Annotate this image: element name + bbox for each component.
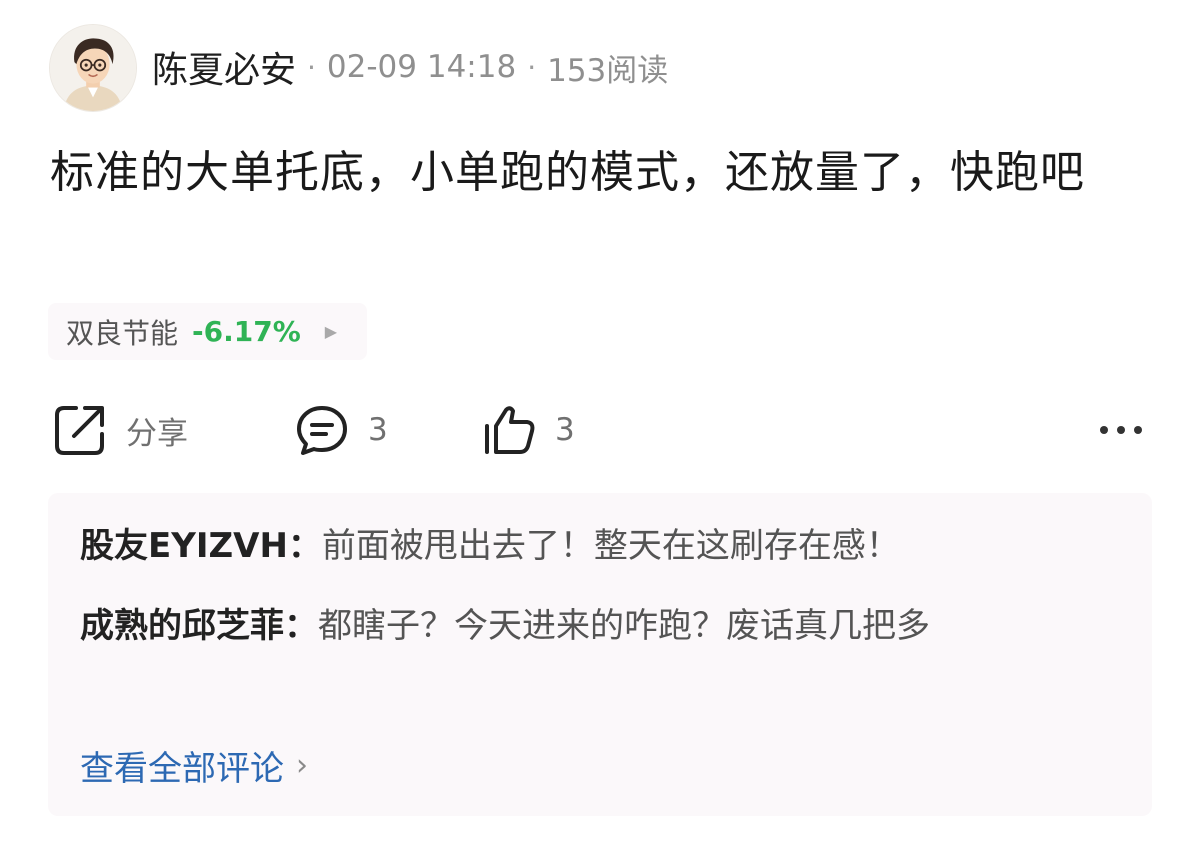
view-all-comments-link[interactable]: 查看全部评论 ›: [80, 741, 308, 789]
comment-text: 都瞎子？今天进来的咋跑？废话真几把多: [318, 606, 930, 646]
like-button[interactable]: 3: [481, 398, 575, 462]
comment-preview: 股友EYIZVH：前面被甩出去了！整天在这刷存在感！ 成熟的邱芝菲：都瞎子？今天…: [48, 493, 1152, 816]
read-count: 153阅读: [547, 52, 669, 89]
post-content: 标准的大单托底，小单跑的模式，还放量了，快跑吧: [50, 147, 1085, 198]
post-card: 陈夏必安 · 02-09 14:18 · 153阅读 标准的大单托底，小单跑的模…: [0, 0, 1200, 851]
post-time: 02-09 14:18: [326, 49, 517, 85]
comment-text: 前面被甩出去了！整天在这刷存在感！: [321, 526, 900, 566]
more-button[interactable]: [1096, 416, 1146, 444]
action-bar: 分享 3 3: [0, 398, 1200, 462]
comment-item[interactable]: 股友EYIZVH：前面被甩出去了！整天在这刷存在感！: [80, 517, 1100, 575]
stock-change: -6.17%: [192, 315, 301, 348]
post-meta: 陈夏必安 · 02-09 14:18 · 153阅读: [152, 41, 669, 93]
play-arrow-icon: ▶: [324, 322, 338, 341]
comment-count: 3: [368, 412, 388, 448]
comment-item[interactable]: 成熟的邱芝菲：都瞎子？今天进来的咋跑？废话真几把多: [80, 597, 1100, 655]
thumbs-up-icon: [485, 406, 535, 454]
comment-button[interactable]: 3: [294, 398, 388, 462]
comment-user[interactable]: 成熟的邱芝菲：: [80, 606, 318, 646]
share-label: 分享: [126, 415, 188, 452]
meta-separator: ·: [527, 50, 537, 84]
avatar[interactable]: [49, 24, 137, 112]
share-button[interactable]: 分享: [52, 398, 188, 462]
comment-user[interactable]: 股友EYIZVH：: [80, 526, 322, 566]
view-all-label: 查看全部评论: [80, 748, 284, 789]
stock-name: 双良节能: [66, 316, 179, 350]
share-icon: [55, 406, 104, 455]
more-dots-icon: [1100, 426, 1142, 434]
meta-separator: ·: [307, 50, 316, 84]
author-name[interactable]: 陈夏必安: [152, 41, 296, 93]
avatar-cartoon-icon: [50, 25, 136, 111]
chevron-right-icon: ›: [296, 747, 308, 783]
stock-tag[interactable]: 双良节能 -6.17% ▶: [48, 303, 368, 360]
like-count: 3: [555, 412, 575, 448]
comment-icon: [297, 406, 347, 455]
